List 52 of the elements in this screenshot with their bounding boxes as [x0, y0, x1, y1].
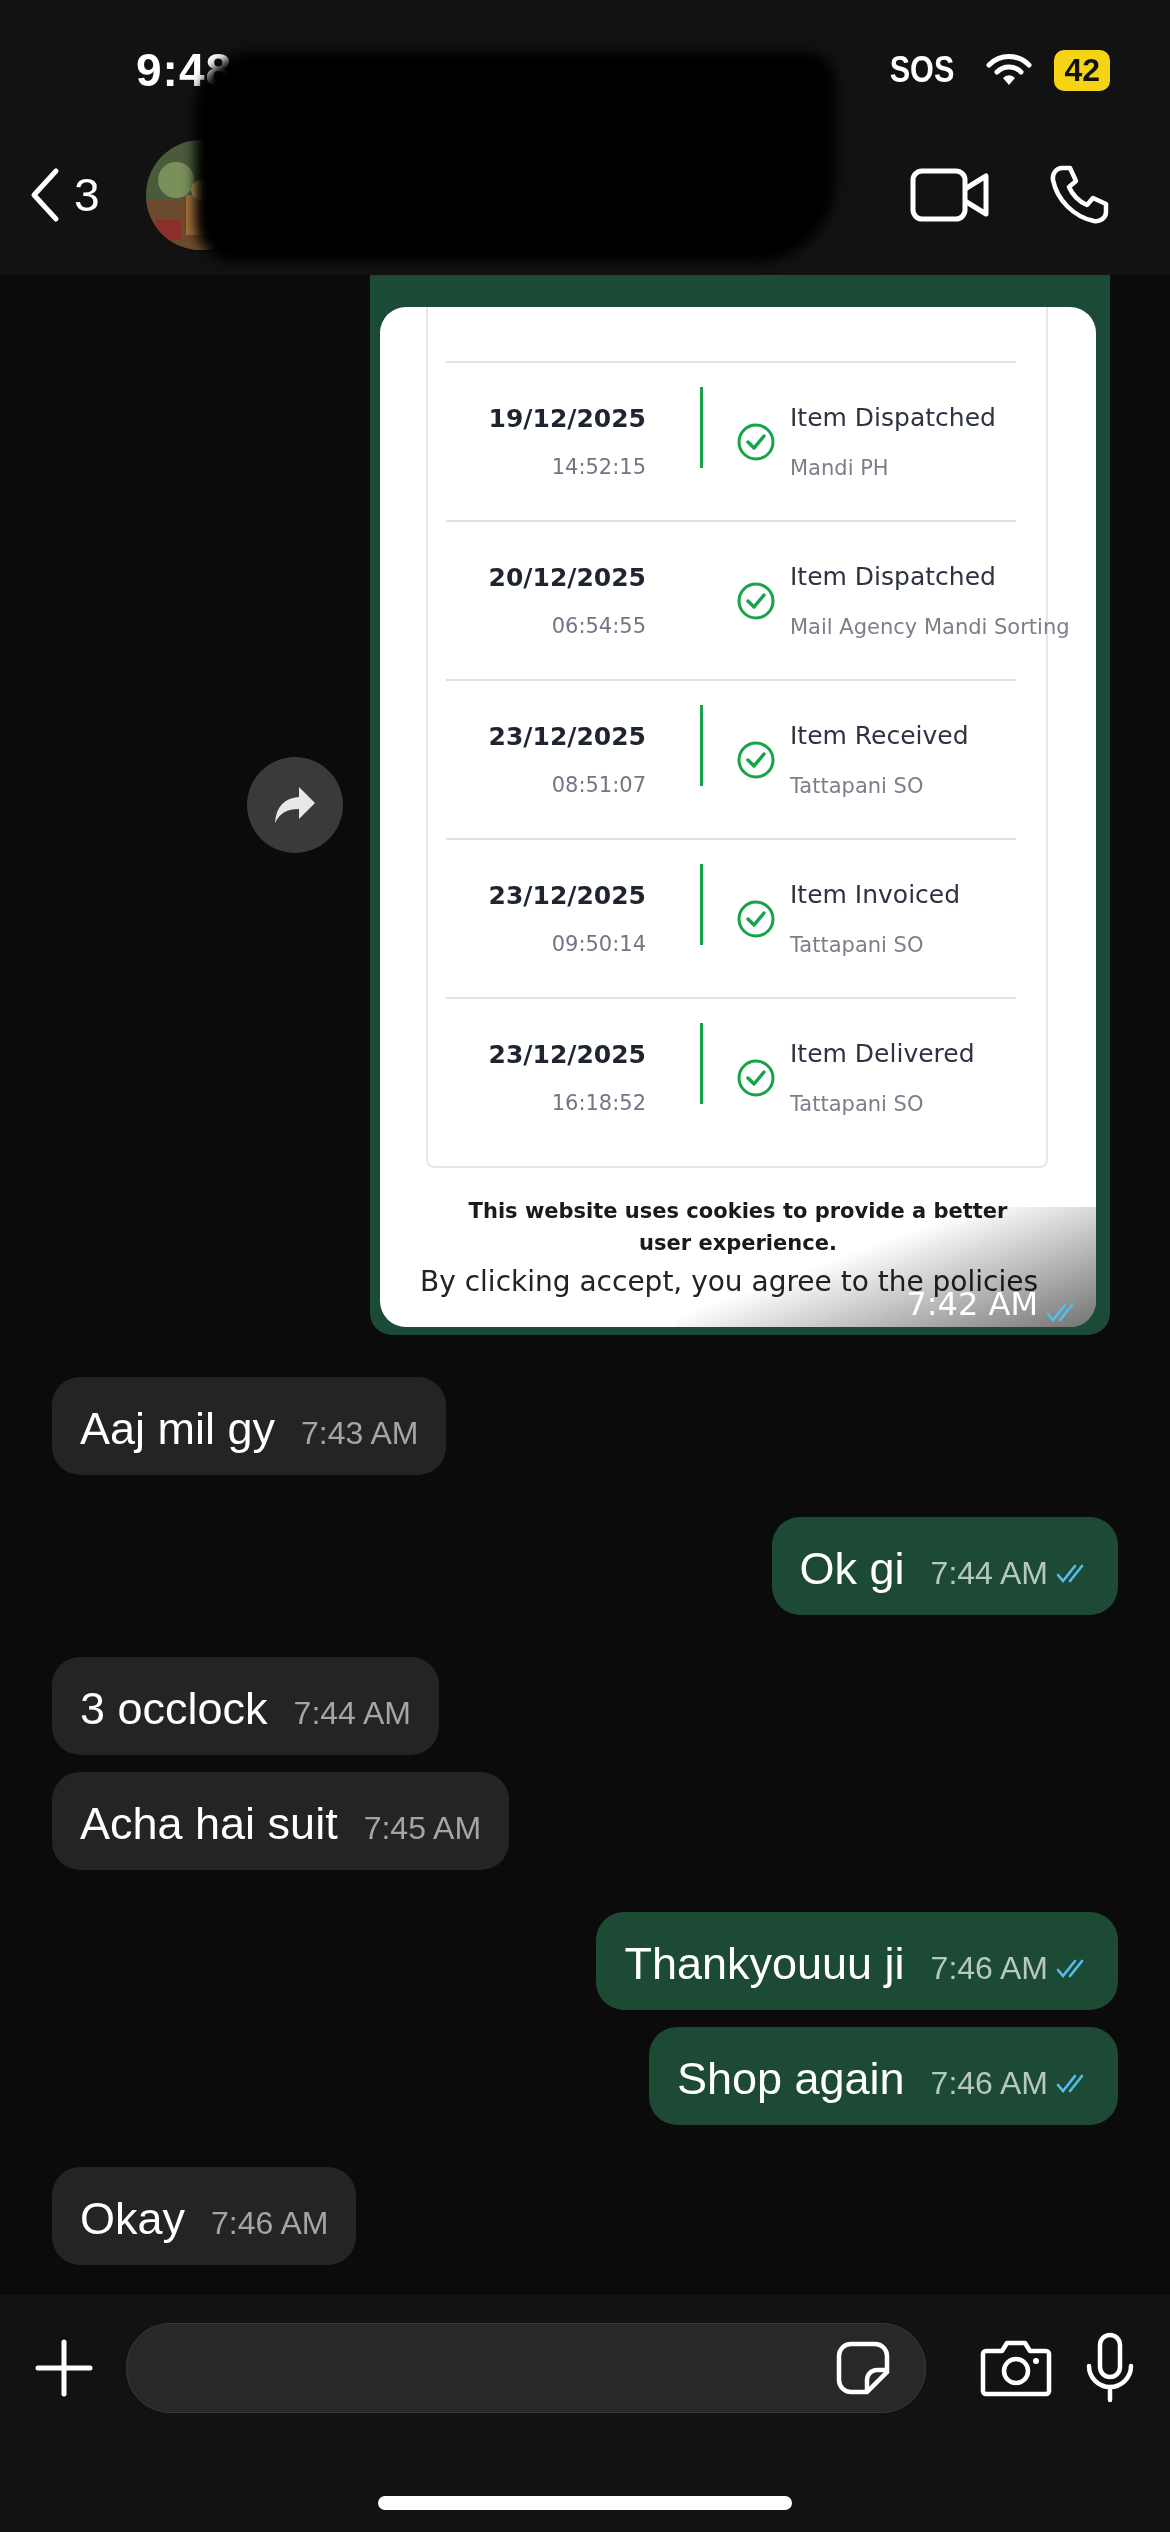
message-time: 7:46 AM	[930, 1950, 1048, 1987]
cookie-notice-title: This website uses cookies to provide a better user experience.	[467, 1198, 1009, 1257]
tracking-office: Tattapani SO	[790, 933, 925, 957]
check-circle-icon	[736, 580, 776, 621]
unread-count[interactable]: 3	[74, 168, 100, 222]
message-time: 7:44 AM	[930, 1555, 1048, 1592]
back-chevron-icon[interactable]	[30, 167, 60, 223]
tracking-office: Tattapani SO	[790, 774, 925, 798]
tracking-office: Mandi PH	[790, 456, 890, 480]
tracking-date: 19/12/2025	[488, 404, 646, 433]
sticker-icon[interactable]	[835, 2339, 891, 2396]
message-text: Okay	[80, 2193, 186, 2245]
microphone-icon[interactable]	[1084, 2331, 1136, 2404]
check-circle-icon	[736, 421, 776, 462]
check-circle-icon	[736, 739, 776, 780]
message-time: 7:44 AM	[293, 1695, 411, 1732]
tracking-date: 20/12/2025	[488, 563, 646, 592]
message-time: 7:46 AM	[211, 2205, 329, 2242]
camera-icon[interactable]	[980, 2338, 1052, 2397]
message-text: 3 occlock	[80, 1683, 268, 1735]
message-time: 7:43 AM	[301, 1415, 419, 1452]
tracking-event: Item Delivered	[790, 1039, 976, 1068]
tracking-clock: 09:50:14	[551, 932, 646, 956]
share-arrow-icon	[273, 785, 317, 825]
tracking-date: 23/12/2025	[488, 722, 646, 751]
tracking-event: Item Invoiced	[790, 880, 962, 909]
message-text: Thankyouuu ji	[624, 1938, 905, 1990]
tracking-event: Item Dispatched	[790, 403, 997, 432]
plus-icon[interactable]	[34, 2337, 94, 2398]
message-time: 7:45 AM	[363, 1810, 482, 1847]
message-time: 7:46 AM	[930, 2065, 1048, 2102]
tracking-clock: 08:51:07	[551, 773, 646, 797]
tracking-office: Tattapani SO	[790, 1092, 925, 1116]
message-text: Acha hai suit	[80, 1798, 338, 1850]
tracking-clock: 16:18:52	[551, 1091, 646, 1115]
message-text: Aaj mil gy	[80, 1403, 276, 1455]
tracking-clock: 14:52:15	[551, 455, 646, 479]
tracking-event: Item Received	[790, 721, 970, 750]
check-circle-icon	[736, 1057, 776, 1098]
message-text: Ok gi	[799, 1543, 905, 1595]
check-circle-icon	[736, 898, 776, 939]
tracking-date: 23/12/2025	[488, 1040, 646, 1069]
tracking-event: Item Dispatched	[790, 562, 997, 591]
video-call-icon[interactable]	[910, 168, 990, 222]
sos-indicator: SOS	[890, 49, 955, 91]
tracking-date: 23/12/2025	[488, 881, 646, 910]
tracking-clock: 06:54:55	[551, 614, 646, 638]
wifi-icon	[986, 53, 1033, 87]
battery-indicator: 42	[1054, 49, 1110, 91]
message-text: Shop again	[676, 2053, 905, 2105]
phone-icon[interactable]	[1048, 164, 1110, 226]
tracking-office: Mail Agency Mandi Sorting	[790, 615, 1070, 639]
